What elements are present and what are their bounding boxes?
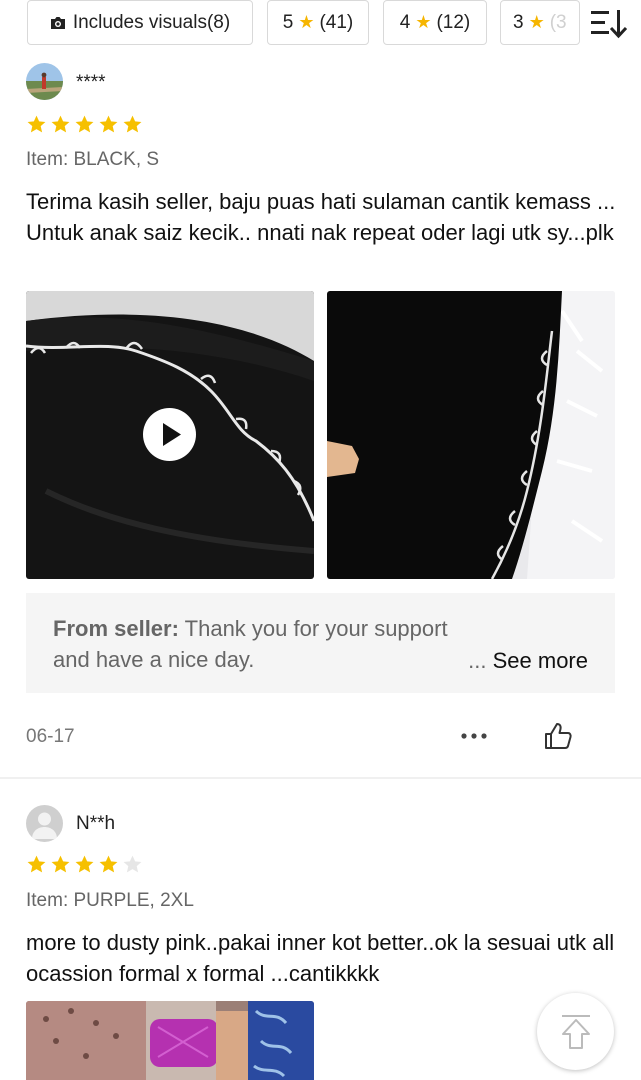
rating-stars [26, 854, 143, 876]
star-icon [51, 855, 70, 873]
review-text: more to dusty pink..pakai inner kot bett… [26, 930, 615, 986]
item-variant: Item: PURPLE, 2XL [26, 890, 194, 911]
reviewer-name: N**h [76, 813, 116, 834]
avatar [26, 805, 63, 842]
default-avatar-icon [26, 805, 63, 842]
star-icon [27, 855, 46, 873]
star-icon [99, 855, 118, 873]
review-card: N**h Item: PURPLE, 2XL more to dusty pin… [0, 0, 641, 1080]
scroll-top-button[interactable] [537, 993, 614, 1070]
scroll-top-icon [561, 1014, 590, 1049]
star-empty-icon [123, 855, 142, 873]
review-photo-thumbnail[interactable] [26, 1001, 314, 1080]
star-icon [75, 855, 94, 873]
